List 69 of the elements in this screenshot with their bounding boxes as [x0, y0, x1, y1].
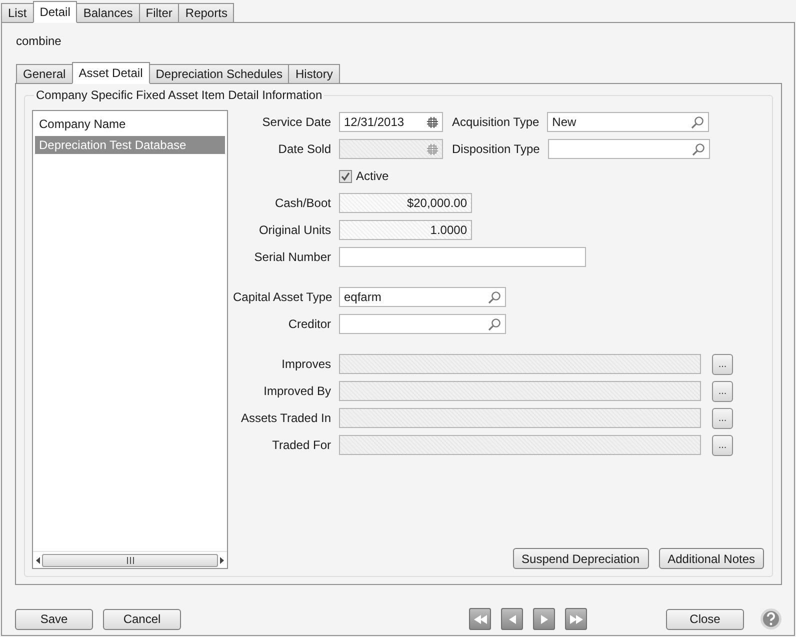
search-icon [488, 290, 501, 304]
field-label: Creditor [287, 317, 331, 331]
linked-field[interactable] [339, 435, 701, 455]
previous-record-button[interactable] [501, 608, 523, 630]
first-record-button[interactable] [469, 608, 491, 630]
field-label: Date Sold [277, 142, 331, 156]
field-label: Disposition Type [452, 142, 540, 156]
field-label: Acquisition Type [452, 115, 540, 129]
help-icon[interactable] [760, 608, 782, 630]
save-button[interactable]: Save [15, 608, 93, 630]
amount-field[interactable]: $20,000.00 [339, 193, 472, 213]
tab[interactable]: List [1, 3, 34, 22]
lookup-field[interactable]: New [547, 112, 710, 132]
tab[interactable]: Reports [178, 3, 234, 22]
field-label: Improves [280, 357, 331, 371]
date-field[interactable]: 12/31/2013 [339, 112, 443, 132]
fast-forward-icon [570, 614, 582, 624]
column-header: Company Name [38, 116, 127, 133]
browse-button[interactable]: ... [712, 380, 733, 402]
back-icon [508, 614, 516, 624]
lookup-field[interactable] [548, 139, 710, 159]
lookup-field[interactable]: eqfarm [339, 287, 506, 307]
record-name: combine [15, 33, 62, 50]
tab[interactable]: Depreciation Schedules [148, 64, 290, 83]
field-label: Improved By [262, 384, 331, 398]
grip-icon [126, 556, 134, 564]
field-label: Serial Number [253, 250, 331, 264]
field-label: Service Date [261, 115, 331, 129]
cancel-button[interactable]: Cancel [103, 608, 181, 630]
close-button[interactable]: Close [666, 608, 744, 630]
linked-field[interactable] [339, 354, 701, 374]
field-label: Traded For [271, 438, 331, 452]
amount-field[interactable]: 1.0000 [339, 220, 472, 240]
field-label: Assets Traded In [240, 411, 331, 425]
search-icon [691, 116, 704, 128]
action-button[interactable]: Additional Notes [658, 548, 764, 569]
calendar-icon [427, 144, 438, 154]
tab[interactable]: Detail [32, 1, 78, 23]
tab[interactable]: Asset Detail [72, 62, 150, 84]
calendar-icon [427, 116, 438, 128]
checkbox[interactable] [339, 170, 352, 182]
browse-button[interactable]: ... [712, 434, 733, 456]
field-label: Capital Asset Type [233, 290, 331, 304]
action-button[interactable]: Suspend Depreciation [512, 548, 649, 569]
tab[interactable]: History [288, 64, 340, 83]
field-label: Original Units [258, 223, 331, 237]
checkmark-icon [341, 172, 350, 180]
scroll-left-icon [36, 556, 40, 564]
rewind-icon [474, 614, 486, 624]
checkbox-label: Active [356, 169, 389, 183]
company-list[interactable]: Company Name Depreciation Test Database [32, 110, 228, 569]
tab[interactable]: Balances [76, 3, 140, 22]
horizontal-scrollbar[interactable] [33, 551, 227, 568]
group-title: Company Specific Fixed Asset Item Detail Information [35, 88, 324, 102]
lookup-field[interactable] [339, 314, 506, 334]
browse-button[interactable]: ... [712, 354, 733, 374]
tab[interactable]: General [16, 64, 73, 83]
play-icon [540, 614, 548, 624]
next-record-button[interactable] [533, 608, 555, 630]
tab[interactable]: Filter [138, 3, 180, 22]
browse-button[interactable]: ... [712, 408, 733, 428]
field-label: Cash/Boot [274, 196, 331, 210]
search-icon [692, 142, 705, 156]
scroll-right-icon [220, 556, 224, 564]
last-record-button[interactable] [565, 608, 587, 630]
search-icon [488, 318, 501, 330]
linked-field[interactable] [339, 408, 701, 428]
text-field[interactable] [339, 247, 586, 267]
linked-field[interactable] [339, 381, 701, 401]
